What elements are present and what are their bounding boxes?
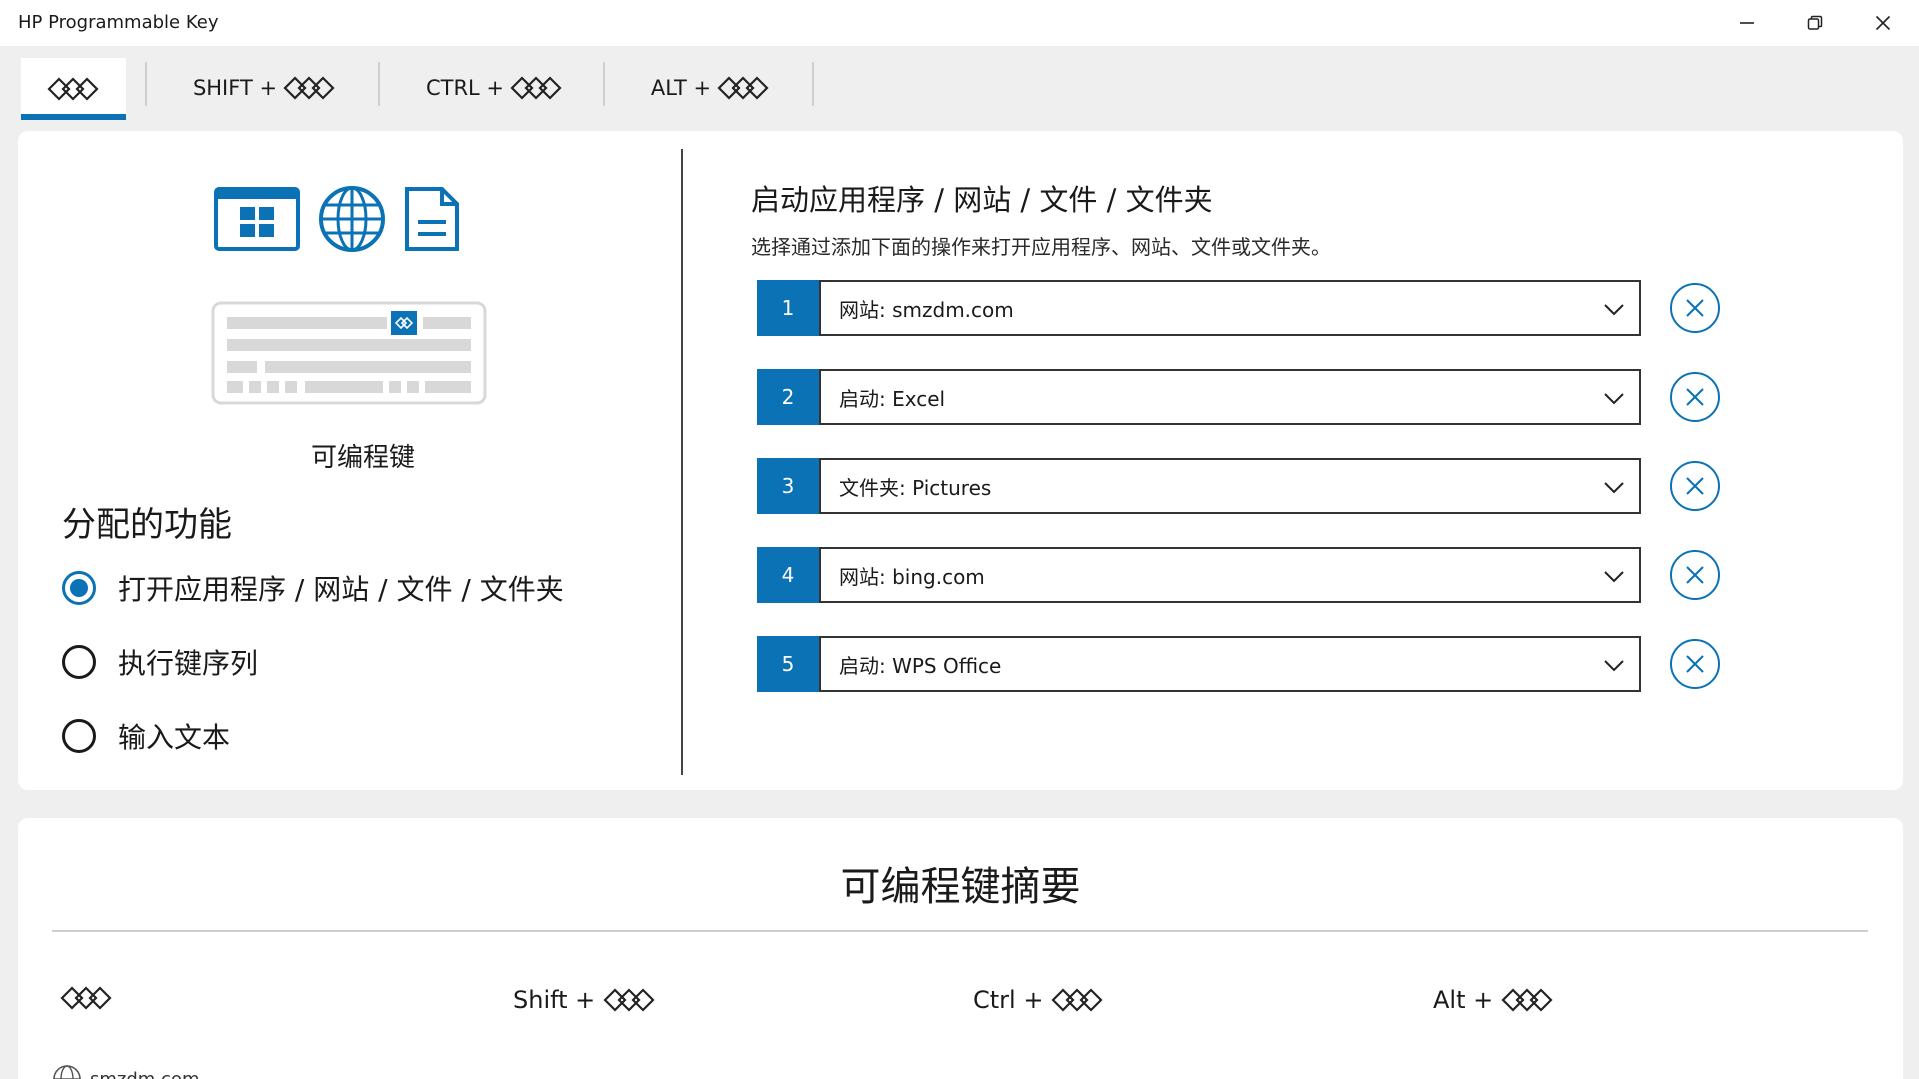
assigned-function-title: 分配的功能 [62, 505, 232, 545]
tab-separator [603, 62, 605, 106]
tab-bar: SHIFT + CTRL + ALT + [0, 46, 1919, 130]
tab-default[interactable] [21, 58, 126, 120]
summary-col-default [52, 986, 114, 1010]
chevron-down-icon [1604, 393, 1624, 405]
radio-checked[interactable] [62, 571, 96, 605]
action-number: 2 [757, 369, 819, 425]
globe-icon [319, 186, 385, 252]
hp-key-icon [283, 76, 335, 100]
feature-icons [214, 185, 460, 253]
hp-key-icon [717, 76, 769, 100]
summary-card: 可编程键摘要 Shift + Ctrl + Alt + smzdm.com [18, 818, 1903, 1079]
tab-ctrl[interactable]: CTRL + [400, 46, 590, 130]
close-icon [1875, 15, 1891, 31]
summary-title: 可编程键摘要 [840, 864, 1081, 910]
panel-divider [681, 149, 683, 775]
action-value: 启动: WPS Office [839, 653, 1002, 678]
tab-shift[interactable]: SHIFT + [170, 46, 360, 130]
action-dropdown[interactable]: 文件夹: Pictures [819, 458, 1641, 514]
close-icon [1686, 388, 1704, 406]
tab-separator [145, 62, 147, 106]
chevron-down-icon [1604, 304, 1624, 316]
action-dropdown[interactable]: 启动: WPS Office [819, 636, 1641, 692]
option-label: 执行键序列 [118, 647, 259, 680]
tab-ctrl-label: CTRL + [425, 76, 505, 100]
chevron-down-icon [1604, 660, 1624, 672]
option-input-text[interactable]: 输入文本 [62, 716, 230, 756]
action-dropdown[interactable]: 网站: smzdm.com [819, 280, 1641, 336]
close-button[interactable] [1849, 0, 1917, 46]
hp-key-icon [46, 77, 99, 101]
summary-divider [52, 930, 1868, 932]
option-label: 输入文本 [118, 721, 231, 754]
radio-unchecked[interactable] [62, 719, 96, 753]
close-icon [1686, 477, 1704, 495]
summary-col-label: Shift + [513, 986, 596, 1014]
action-value: 文件夹: Pictures [839, 475, 992, 500]
keyboard-illustration [211, 301, 487, 405]
action-number: 1 [757, 280, 819, 336]
hp-key-icon [60, 986, 112, 1010]
restore-icon [1807, 15, 1823, 30]
action-dropdown[interactable]: 网站: bing.com [819, 547, 1641, 603]
option-open-app[interactable]: 打开应用程序 / 网站 / 文件 / 文件夹 [62, 568, 564, 608]
action-number: 5 [757, 636, 819, 692]
minimize-icon [1740, 22, 1754, 24]
key-caption: 可编程键 [310, 443, 415, 473]
action-number: 3 [757, 458, 819, 514]
title-bar: HP Programmable Key [0, 0, 1919, 46]
summary-col-alt: Alt + [1433, 986, 1555, 1014]
action-value: 启动: Excel [839, 386, 946, 411]
tab-alt-label: ALT + [650, 76, 712, 100]
app-window-icon [214, 187, 300, 251]
action-row: 2 启动: Excel [757, 369, 1720, 425]
action-row: 5 启动: WPS Office [757, 636, 1720, 692]
action-value: 网站: bing.com [839, 564, 985, 589]
hp-key-icon [510, 76, 562, 100]
globe-icon [53, 1065, 81, 1079]
action-dropdown[interactable]: 启动: Excel [819, 369, 1641, 425]
remove-action-button[interactable] [1670, 372, 1720, 422]
action-row: 1 网站: smzdm.com [757, 280, 1720, 336]
option-label: 打开应用程序 / 网站 / 文件 / 文件夹 [118, 573, 564, 606]
summary-col-label: Ctrl + [973, 986, 1044, 1014]
app-title: HP Programmable Key [18, 12, 219, 33]
radio-unchecked[interactable] [62, 645, 96, 679]
close-icon [1686, 566, 1704, 584]
action-row: 3 文件夹: Pictures [757, 458, 1720, 514]
hp-key-icon [1501, 988, 1553, 1012]
action-section-description: 选择通过添加下面的操作来打开应用程序、网站、文件或文件夹。 [751, 235, 1331, 259]
summary-col-ctrl: Ctrl + [973, 986, 1105, 1014]
summary-entry-label: smzdm.com [90, 1068, 200, 1079]
close-icon [1686, 655, 1704, 673]
remove-action-button[interactable] [1670, 639, 1720, 689]
hp-key-icon [603, 988, 655, 1012]
summary-col-label: Alt + [1433, 986, 1494, 1014]
chevron-down-icon [1604, 571, 1624, 583]
hp-key-icon [1051, 988, 1104, 1012]
chevron-down-icon [1604, 482, 1624, 494]
remove-action-button[interactable] [1670, 461, 1720, 511]
key-config-card: 可编程键 分配的功能 打开应用程序 / 网站 / 文件 / 文件夹 执行键序列 … [18, 131, 1903, 790]
close-icon [1686, 299, 1704, 317]
remove-action-button[interactable] [1670, 283, 1720, 333]
summary-entry: smzdm.com [52, 1064, 200, 1079]
minimize-button[interactable] [1713, 0, 1781, 46]
action-number: 4 [757, 547, 819, 603]
tab-alt[interactable]: ALT + [626, 46, 796, 130]
action-value: 网站: smzdm.com [839, 297, 1014, 322]
option-key-sequence[interactable]: 执行键序列 [62, 642, 258, 682]
remove-action-button[interactable] [1670, 550, 1720, 600]
tab-separator [812, 62, 814, 106]
restore-button[interactable] [1781, 0, 1849, 46]
action-section-title: 启动应用程序 / 网站 / 文件 / 文件夹 [751, 183, 1213, 217]
action-row: 4 网站: bing.com [757, 547, 1720, 603]
tab-separator [378, 62, 380, 106]
summary-col-shift: Shift + [513, 986, 657, 1014]
document-icon [405, 187, 459, 251]
tab-shift-label: SHIFT + [192, 76, 278, 100]
